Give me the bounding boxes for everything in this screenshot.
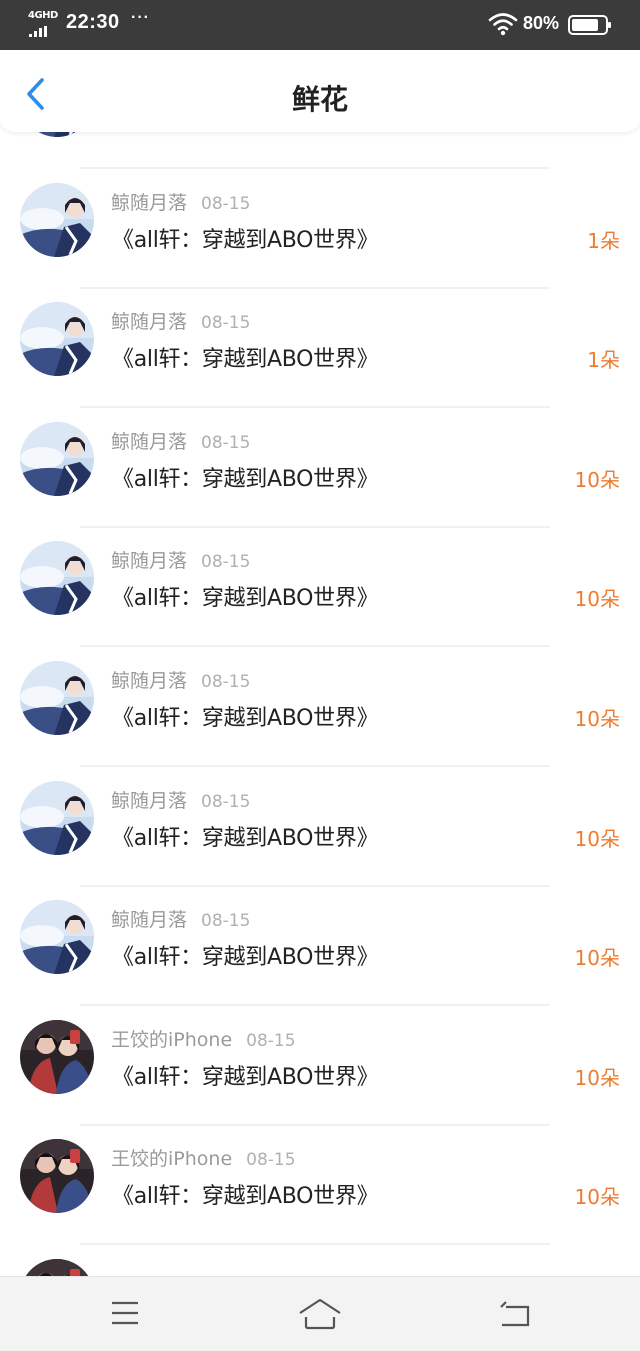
user-name: 王饺的iPhone 08-15 [111, 1144, 296, 1171]
home-icon[interactable] [296, 1295, 344, 1331]
user-name-text: 鲸随月落 [111, 909, 188, 932]
clock: 22:30 [66, 11, 120, 33]
book-title: 《all轩：穿越到ABO世界》 [112, 586, 379, 612]
list-item[interactable]: 王饺的iPhone 08-15 《all轩：穿越到ABO世界》 10朵 [0, 1125, 640, 1246]
flower-count: 10朵 [574, 946, 620, 971]
user-name-text: 鲸随月落 [111, 670, 188, 692]
date: 08-15 [246, 1150, 296, 1171]
date: 08-15 [201, 432, 251, 453]
user-name-text: 鲸随月落 [111, 311, 188, 334]
book-title: 《all轩：穿越到ABO世界》 [112, 706, 379, 731]
menu-icon[interactable] [103, 1295, 147, 1331]
book-title: 《all轩：穿越到ABO世界》 [112, 1184, 379, 1210]
user-name: 鲸随月落 08-15 [111, 427, 250, 454]
book-title: 《all轩：穿越到ABO世界》 [112, 945, 379, 971]
cellular-signal-icon: 4GHD [28, 10, 58, 38]
avatar[interactable] [20, 1019, 94, 1094]
user-name: 鲸随月落 08-15 [111, 188, 250, 215]
book-title: 《all轩：穿越到ABO世界》 [112, 825, 379, 851]
battery-percent: 80% [523, 13, 560, 33]
list-item[interactable]: 鲸随月落 08-15 《all轩：穿越到ABO世界》 10朵 [0, 527, 640, 648]
avatar[interactable] [20, 302, 94, 377]
flower-count: 10朵 [574, 826, 620, 851]
user-name: 鲸随月落 08-15 [111, 666, 250, 693]
list-item[interactable]: 鲸随月落 08-15 《all轩：穿越到ABO世界》 10朵 [0, 886, 640, 1007]
list-item[interactable]: 鲸随月落 08-15 《all轩：穿越到ABO世界》 10朵 [0, 767, 640, 887]
user-name: 鲸随月落 08-15 [111, 786, 250, 813]
list-item[interactable]: 王饺的iPhone 08-15 《all轩：穿越到ABO世界》 10朵 [0, 1006, 640, 1126]
avatar[interactable] [20, 780, 94, 855]
avatar[interactable] [20, 1139, 94, 1214]
date: 08-15 [201, 791, 251, 812]
flower-count: 10朵 [574, 467, 620, 492]
user-name-text: 王饺的iPhone [111, 1028, 233, 1051]
user-name: 鲸随月落 08-15 [111, 546, 250, 573]
list-item[interactable]: 鲸随月落 08-15 《all轩：穿越到ABO世界》 10朵 [0, 647, 640, 767]
book-title: 《all轩：穿越到ABO世界》 [112, 466, 379, 492]
flower-count: 1朵 [587, 228, 620, 253]
date: 08-15 [246, 1030, 296, 1051]
user-name-text: 王饺的iPhone [111, 1148, 233, 1171]
status-bar: 4GHD 22:30 ··· 80% [0, 0, 640, 50]
user-name-text: 鲸随月落 [111, 789, 188, 812]
battery-icon [568, 15, 611, 35]
wifi-icon [488, 13, 518, 36]
avatar[interactable] [20, 182, 94, 257]
flower-count: 10朵 [574, 587, 620, 612]
flower-count: 10朵 [574, 1065, 620, 1090]
date: 08-15 [201, 911, 251, 932]
date: 08-15 [201, 193, 251, 214]
user-name: 鲸随月落 08-15 [111, 307, 250, 334]
date: 08-15 [201, 552, 251, 573]
user-name: 王饺的iPhone 08-15 [111, 1025, 296, 1052]
network-type: 4GHD [28, 10, 58, 21]
date: 08-15 [201, 313, 251, 334]
page-title: 鲜花 [291, 83, 348, 116]
top-nav: 鲜花 [0, 50, 640, 132]
flower-count: 1朵 [587, 348, 620, 373]
list-item[interactable]: 鲸随月落 08-15 《all轩：穿越到ABO世界》 10朵 [0, 408, 640, 528]
user-name-text: 鲸随月落 [111, 430, 188, 453]
list-item[interactable]: 鲸随月落 08-15 《all轩：穿越到ABO世界》 1朵 [0, 169, 640, 289]
book-title: 《all轩：穿越到ABO世界》 [112, 1064, 379, 1090]
flower-count: 10朵 [574, 707, 620, 731]
system-nav-bar [0, 1276, 640, 1351]
avatar[interactable] [20, 541, 94, 616]
avatar[interactable] [20, 661, 94, 735]
list-item[interactable]: 鲸随月落 08-15 《all轩：穿越到ABO世界》 1朵 [0, 288, 640, 409]
book-title: 《all轩：穿越到ABO世界》 [112, 347, 379, 373]
date: 08-15 [201, 672, 251, 692]
back-arrow-icon[interactable] [494, 1295, 538, 1331]
avatar[interactable] [20, 900, 94, 975]
avatar[interactable] [20, 421, 94, 496]
user-name-text: 鲸随月落 [111, 191, 188, 214]
user-name-text: 鲸随月落 [111, 550, 188, 573]
more-notifications-icon: ··· [131, 9, 150, 26]
flower-count: 10朵 [574, 1185, 620, 1210]
user-name: 鲸随月落 08-15 [111, 905, 250, 932]
book-title: 《all轩：穿越到ABO世界》 [112, 227, 379, 253]
